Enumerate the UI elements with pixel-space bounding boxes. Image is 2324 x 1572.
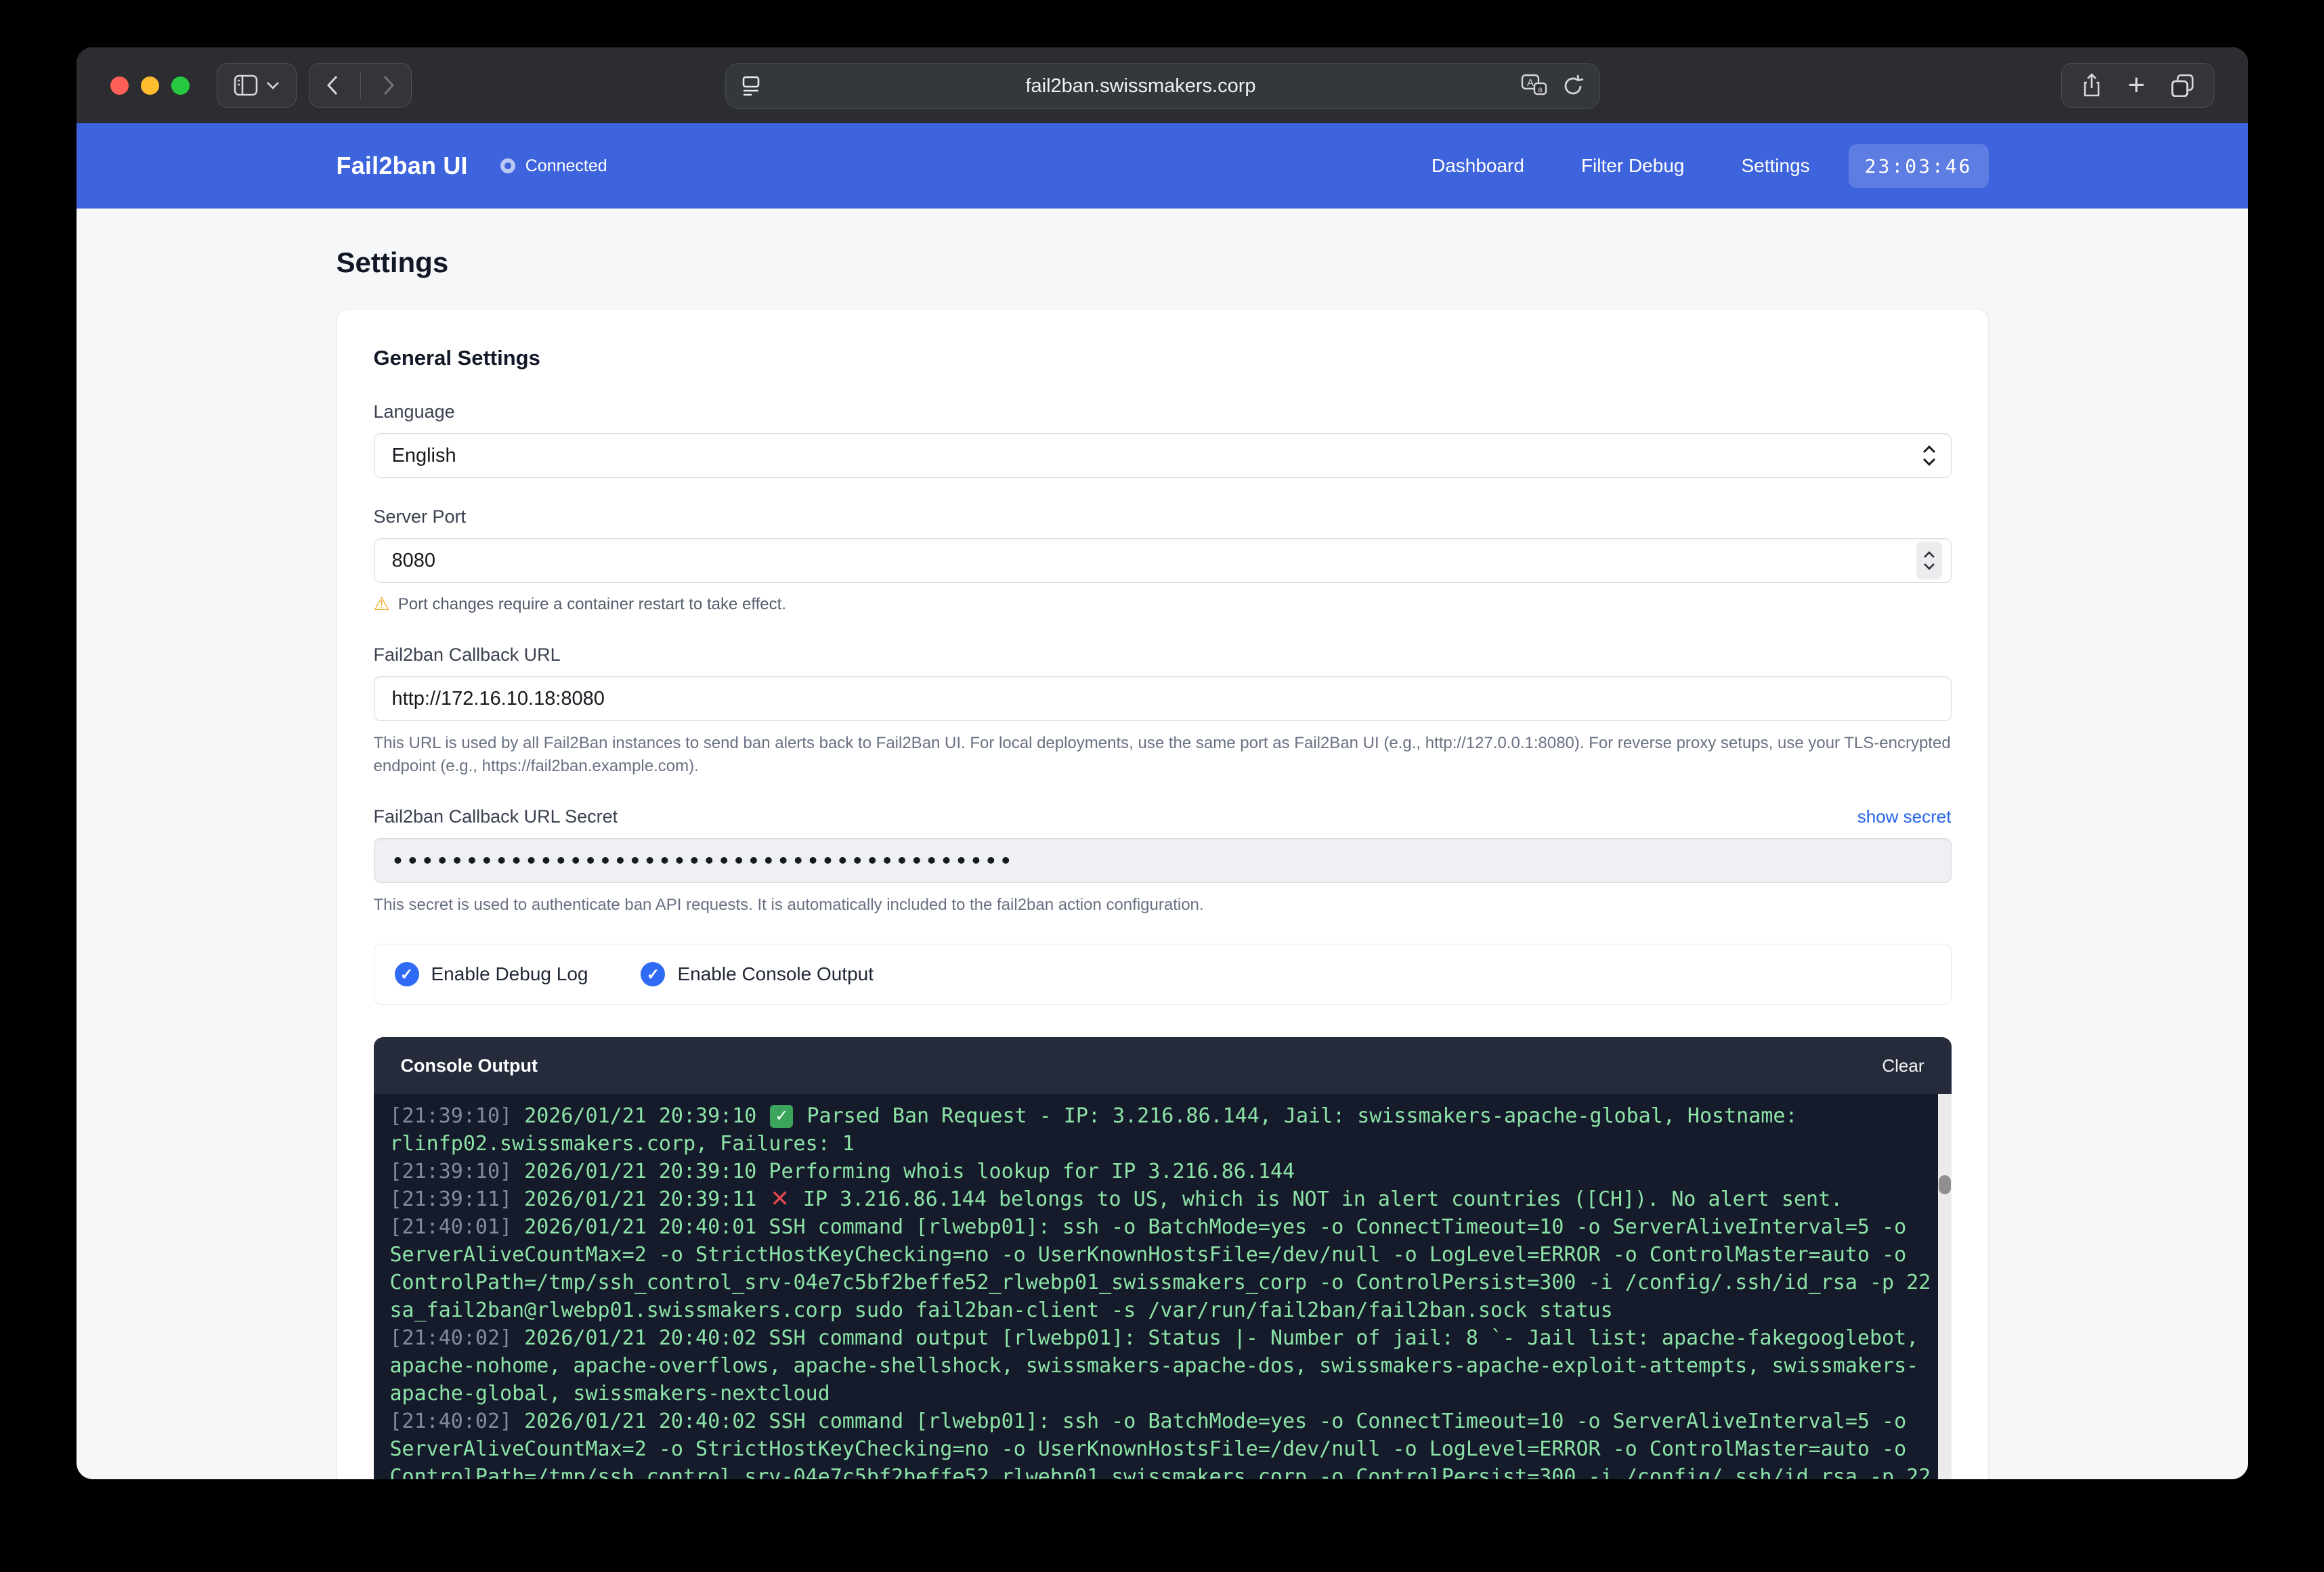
- nav-filter-debug[interactable]: Filter Debug: [1581, 155, 1685, 177]
- language-label: Language: [374, 401, 1952, 422]
- page-title: Settings: [337, 246, 1989, 279]
- svg-text:A: A: [1527, 77, 1534, 89]
- svg-text:a: a: [1538, 85, 1543, 94]
- back-button[interactable]: [313, 75, 352, 95]
- share-icon[interactable]: [2071, 73, 2113, 97]
- reload-icon[interactable]: [1562, 74, 1585, 98]
- debug-log-label: Enable Debug Log: [431, 963, 588, 985]
- console-panel: Console Output Clear [21:39:10] 2026/01/…: [374, 1037, 1952, 1479]
- select-chevrons-icon: [1922, 445, 1937, 466]
- callback-secret-input[interactable]: [374, 838, 1952, 883]
- forward-button[interactable]: [369, 75, 408, 95]
- chevron-down-icon: [266, 81, 280, 89]
- language-select[interactable]: English: [374, 433, 1952, 478]
- callback-url-input[interactable]: [374, 676, 1952, 721]
- log-row: [21:39:10] 2026/01/21 20:39:10 Performin…: [390, 1158, 1911, 1185]
- show-secret-link[interactable]: show secret: [1857, 806, 1952, 827]
- warning-icon: ⚠: [374, 594, 390, 615]
- callback-url-help: This URL is used by all Fail2Ban instanc…: [374, 732, 1952, 778]
- status-label: Connected: [525, 156, 607, 176]
- log-row: [21:39:10] 2026/01/21 20:39:10 ✓ Parsed …: [390, 1102, 1911, 1130]
- log-row: ControlPath=/tmp/ssh_control_srv-04e7c5b…: [390, 1463, 1911, 1479]
- app-header: Fail2ban UI Connected Dashboard Filter D…: [77, 123, 2248, 209]
- clock-badge: 23:03:46: [1849, 144, 1989, 188]
- nav-settings[interactable]: Settings: [1741, 155, 1809, 177]
- traffic-lights: [110, 77, 190, 95]
- console-scrollbar-thumb[interactable]: [1939, 1175, 1951, 1194]
- enable-debug-log-option[interactable]: ✓ Enable Debug Log: [395, 962, 588, 986]
- enable-console-output-option[interactable]: ✓ Enable Console Output: [641, 962, 874, 986]
- server-port-label: Server Port: [374, 506, 1952, 527]
- server-port-input[interactable]: [374, 538, 1952, 583]
- log-row: sa_fail2ban@rlwebp01.swissmakers.corp su…: [390, 1296, 1911, 1324]
- log-row: ControlPath=/tmp/ssh_control_srv-04e7c5b…: [390, 1269, 1911, 1296]
- history-nav-buttons: [309, 63, 412, 108]
- log-row: [21:39:11] 2026/01/21 20:39:11 ✕ IP 3.21…: [390, 1185, 1911, 1213]
- console-title: Console Output: [401, 1055, 538, 1076]
- page-content: Settings General Settings Language Engli…: [77, 209, 2248, 1479]
- zoom-window-button[interactable]: [171, 77, 190, 95]
- address-bar[interactable]: fail2ban.swissmakers.corp A a: [725, 63, 1600, 109]
- sidebar-toggle-button[interactable]: [217, 63, 297, 108]
- console-scrollbar-track[interactable]: [1938, 1094, 1952, 1479]
- callback-url-label: Fail2ban Callback URL: [374, 645, 1952, 665]
- console-clear-button[interactable]: Clear: [1882, 1055, 1924, 1076]
- console-output-checkbox[interactable]: ✓: [641, 962, 665, 986]
- log-row: rlinfp02.swissmakers.corp, Failures: 1: [390, 1130, 1911, 1158]
- close-window-button[interactable]: [110, 77, 129, 95]
- log-row: ServerAliveCountMax=2 -o StrictHostKeyCh…: [390, 1435, 1911, 1463]
- debug-log-checkbox[interactable]: ✓: [395, 962, 419, 986]
- nav-dashboard[interactable]: Dashboard: [1432, 155, 1524, 177]
- log-row: [21:40:02] 2026/01/21 20:40:02 SSH comma…: [390, 1324, 1911, 1352]
- console-body: [21:39:10] 2026/01/21 20:39:10 ✓ Parsed …: [374, 1094, 1952, 1479]
- sidebar-icon: [234, 74, 258, 96]
- app-brand: Fail2ban UI: [337, 152, 468, 180]
- failure-cross-icon: ✕: [770, 1185, 790, 1213]
- log-row: apache-global, swissmakers-nextcloud: [390, 1380, 1911, 1407]
- divider: [360, 72, 361, 99]
- number-stepper[interactable]: [1916, 542, 1942, 580]
- log-row: apache-nohome, apache-overflows, apache-…: [390, 1352, 1911, 1380]
- log-row: [21:40:02] 2026/01/21 20:40:02 SSH comma…: [390, 1407, 1911, 1435]
- toolbar-right-buttons: +: [2061, 63, 2214, 108]
- log-row: [21:40:01] 2026/01/21 20:40:01 SSH comma…: [390, 1213, 1911, 1241]
- callback-secret-label: Fail2ban Callback URL Secret: [374, 806, 618, 827]
- general-settings-card: General Settings Language English Server…: [337, 309, 1989, 1479]
- connection-status: Connected: [500, 156, 607, 176]
- log-options-row: ✓ Enable Debug Log ✓ Enable Console Outp…: [374, 944, 1952, 1005]
- log-row: ServerAliveCountMax=2 -o StrictHostKeyCh…: [390, 1241, 1911, 1269]
- tab-overview-icon[interactable]: [2160, 74, 2205, 97]
- callback-secret-help: This secret is used to authenticate ban …: [374, 894, 1952, 917]
- status-ring-icon: [500, 158, 515, 173]
- minimize-window-button[interactable]: [141, 77, 159, 95]
- console-log: [21:39:10] 2026/01/21 20:39:10 ✓ Parsed …: [374, 1094, 1952, 1479]
- new-tab-icon[interactable]: +: [2121, 70, 2152, 100]
- success-check-icon: ✓: [770, 1105, 793, 1128]
- console-output-label: Enable Console Output: [677, 963, 874, 985]
- port-warning-text: Port changes require a container restart…: [398, 595, 786, 614]
- browser-window: fail2ban.swissmakers.corp A a: [77, 47, 2248, 1479]
- url-text[interactable]: fail2ban.swissmakers.corp: [761, 75, 1521, 97]
- page-settings-icon[interactable]: [741, 74, 761, 97]
- translate-icon[interactable]: A a: [1521, 74, 1548, 98]
- browser-titlebar: fail2ban.swissmakers.corp A a: [77, 47, 2248, 123]
- card-title: General Settings: [374, 346, 1952, 370]
